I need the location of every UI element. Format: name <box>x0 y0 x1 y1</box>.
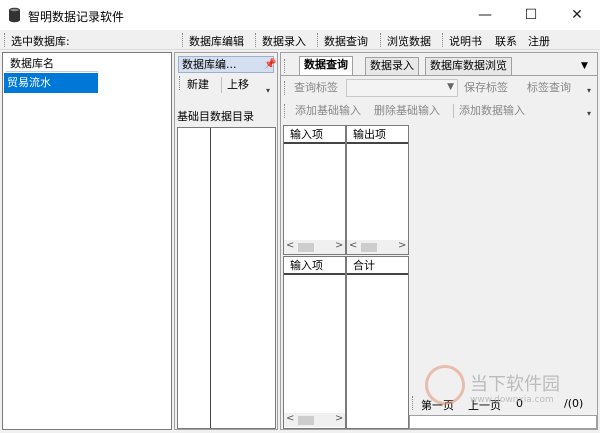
tab-data-browse[interactable]: 数据库数据浏览 <box>425 57 512 75</box>
tab-data-entry[interactable]: 数据录入 <box>365 57 419 75</box>
input-items-grid-2[interactable]: 输入项 < > <box>283 256 346 429</box>
tab-data-query[interactable]: 数据查询 <box>299 56 353 76</box>
horizontal-scrollbar[interactable]: < > <box>284 413 345 427</box>
column-divider <box>210 128 211 428</box>
database-edit-panel: 数据库编... 📌 新建 上移 ▾ 基础目数据目录 <box>174 52 278 430</box>
query-tag-label: 查询标签 <box>294 81 338 94</box>
tab-divider <box>281 75 597 76</box>
toolbar-grip <box>412 396 415 410</box>
menu-browse-data[interactable]: 浏览数据 <box>387 33 431 49</box>
scroll-thumb[interactable] <box>361 243 377 252</box>
scroll-right-icon[interactable]: > <box>335 413 343 424</box>
menu-bar: 选中数据库: 数据库编辑 数据录入 数据查询 浏览数据 说明书 联系 注册 <box>0 30 600 50</box>
save-tag-button[interactable]: 保存标签 <box>464 78 508 98</box>
scroll-right-icon[interactable]: > <box>335 240 343 251</box>
move-up-button[interactable]: 上移 <box>227 75 249 95</box>
toolbar-grip <box>182 33 185 47</box>
watermark-url: www.downxia.com <box>470 395 554 405</box>
add-basic-input-button[interactable]: 添加基础输入 <box>295 101 361 121</box>
title-bar: 智明数据记录软件 — ☐ ✕ <box>0 0 600 30</box>
maximize-button[interactable]: ☐ <box>508 0 554 30</box>
scroll-left-icon[interactable]: < <box>286 413 294 424</box>
output-items-grid[interactable]: 输出项 < > <box>346 125 409 255</box>
total-pages-label: /(0) <box>564 397 584 410</box>
database-list-item[interactable]: 贸易流水 <box>4 73 98 93</box>
database-list: 数据库名 贸易流水 <box>2 52 172 430</box>
minimize-button[interactable]: — <box>462 0 508 30</box>
toolbar-grip <box>284 59 287 73</box>
tab-menu-chevron-icon[interactable]: ▼ <box>581 61 588 71</box>
menu-register[interactable]: 注册 <box>528 33 550 49</box>
toolbar-grip <box>255 33 258 47</box>
minimize-icon: — <box>478 7 492 23</box>
scroll-thumb[interactable] <box>298 243 314 252</box>
overflow-chevron-icon[interactable]: ▾ <box>587 109 591 118</box>
delete-basic-input-button[interactable]: 删除基础输入 <box>374 101 440 121</box>
maximize-icon: ☐ <box>524 7 538 23</box>
total-header: 合计 <box>347 257 408 275</box>
status-strip <box>409 415 597 429</box>
output-items-header: 输出项 <box>347 126 408 144</box>
add-data-input-button[interactable]: 添加数据输入 <box>459 101 525 121</box>
pin-icon[interactable]: 📌 <box>264 57 276 72</box>
menu-contact[interactable]: 联系 <box>495 33 517 49</box>
database-list-header[interactable]: 数据库名 <box>6 55 98 72</box>
horizontal-scrollbar[interactable]: < > <box>347 240 408 254</box>
toolbar-grip <box>179 76 182 90</box>
menu-manual[interactable]: 说明书 <box>449 33 482 49</box>
input-toolbar: 添加基础输入 删除基础输入 添加数据输入 ▾ <box>281 101 597 121</box>
toolbar-grip <box>284 81 287 95</box>
menu-data-query[interactable]: 数据查询 <box>324 33 368 49</box>
scroll-left-icon[interactable]: < <box>286 240 294 251</box>
input-items-header: 输入项 <box>284 257 345 275</box>
new-button[interactable]: 新建 <box>187 75 209 95</box>
total-grid[interactable]: 合计 <box>346 256 409 429</box>
toolbar-grip <box>380 33 383 47</box>
scroll-left-icon[interactable]: < <box>349 240 357 251</box>
input-items-grid[interactable]: 输入项 < > <box>283 125 346 255</box>
menu-db-edit[interactable]: 数据库编辑 <box>189 33 244 49</box>
scroll-thumb[interactable] <box>298 416 314 425</box>
input-items-header: 输入项 <box>284 126 345 144</box>
toolbar-grip <box>442 33 445 47</box>
close-icon: ✕ <box>571 7 583 23</box>
watermark-logo-icon <box>425 365 465 405</box>
toolbar-grip <box>4 33 7 47</box>
separator <box>453 104 454 118</box>
watermark-text: 当下软件园 <box>470 374 560 395</box>
horizontal-scrollbar[interactable]: < > <box>284 240 345 254</box>
close-button[interactable]: ✕ <box>554 0 600 30</box>
database-icon <box>9 7 20 23</box>
catalog-tree[interactable] <box>177 127 276 429</box>
separator <box>221 77 222 93</box>
scroll-right-icon[interactable]: > <box>398 240 406 251</box>
window-title: 智明数据记录软件 <box>28 10 125 24</box>
database-edit-tab-label: 数据库编... <box>182 58 237 71</box>
tag-query-button[interactable]: 标签查询 <box>527 78 571 98</box>
menu-data-entry[interactable]: 数据录入 <box>262 33 306 49</box>
tag-select[interactable]: ▼ <box>346 79 458 97</box>
overflow-chevron-icon[interactable]: ▾ <box>266 86 270 95</box>
results-area <box>409 125 597 391</box>
overflow-chevron-icon[interactable]: ▾ <box>587 86 591 95</box>
toolbar-grip <box>317 33 320 47</box>
chevron-down-icon: ▼ <box>447 82 454 92</box>
catalog-label: 基础目数据目录 <box>177 110 254 123</box>
select-db-label: 选中数据库: <box>11 35 70 48</box>
tab-database-edit[interactable]: 数据库编... 📌 <box>178 56 276 73</box>
toolbar-grip <box>284 104 287 118</box>
